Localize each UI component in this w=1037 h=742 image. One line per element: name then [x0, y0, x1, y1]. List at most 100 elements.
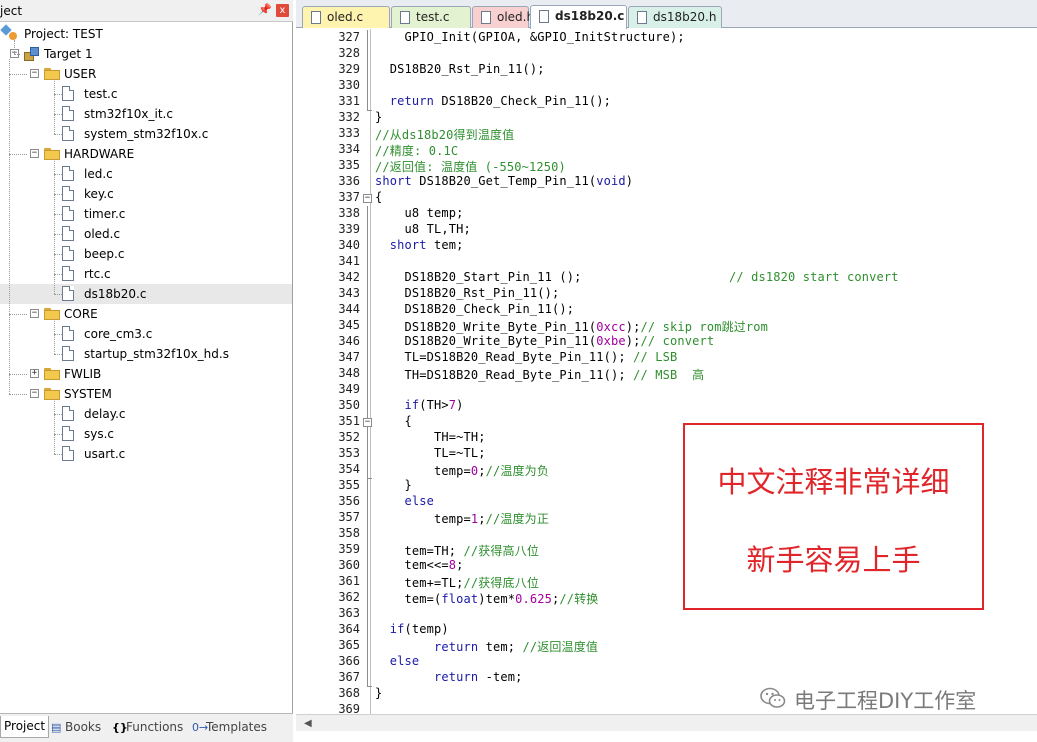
editor-tab-test-c[interactable]: test.c: [391, 6, 471, 28]
close-pane-button[interactable]: x: [276, 4, 289, 17]
file-icon: [62, 266, 74, 281]
editor-tab-oled-h[interactable]: oled.h: [472, 6, 534, 28]
file-icon: [62, 106, 74, 121]
fold-toggle-icon[interactable]: −: [363, 194, 372, 203]
collapse-icon[interactable]: −: [30, 309, 39, 318]
code-line[interactable]: DS18B20_Check_Pin_11();: [375, 302, 574, 316]
code-line[interactable]: //从ds18b20得到温度值: [375, 126, 514, 143]
tree-item-core-cm3-c[interactable]: core_cm3.c: [0, 324, 292, 344]
tree-item-system[interactable]: − SYSTEM: [0, 384, 292, 404]
tree-item-test-c[interactable]: test.c: [0, 84, 292, 104]
tree-item-hardware[interactable]: − HARDWARE: [0, 144, 292, 164]
fold-toggle-icon[interactable]: −: [363, 418, 372, 427]
tree-item-target-1[interactable]: − Target 1: [0, 44, 292, 64]
tree-guide-line: [54, 399, 55, 454]
editor-tab-ds18b20-c[interactable]: ds18b20.c: [530, 5, 627, 29]
code-line[interactable]: {: [375, 190, 382, 204]
code-line[interactable]: else: [375, 654, 419, 668]
tree-item-startup-stm32f10x-hd-s[interactable]: startup_stm32f10x_hd.s: [0, 344, 292, 364]
collapse-icon[interactable]: −: [30, 389, 39, 398]
editor-tab-ds18b20-h[interactable]: ds18b20.h: [628, 6, 722, 28]
tree-item-core[interactable]: − CORE: [0, 304, 292, 324]
code-line[interactable]: if(TH>7): [375, 398, 464, 412]
tree-item-delay-c[interactable]: delay.c: [0, 404, 292, 424]
file-icon: [400, 11, 410, 24]
editor: oled.c test.c oled.h ds18b20.c ds18b20.h 327…: [296, 0, 1037, 742]
horizontal-scrollbar[interactable]: ◀: [296, 714, 1037, 731]
editor-tab-oled-c[interactable]: oled.c: [302, 6, 390, 28]
books-icon: ▤: [51, 721, 62, 734]
tree-item-sys-c[interactable]: sys.c: [0, 424, 292, 444]
code-line[interactable]: return DS18B20_Check_Pin_11();: [375, 94, 611, 108]
line-number: 337: [338, 190, 360, 204]
collapse-icon[interactable]: −: [30, 69, 39, 78]
expand-icon[interactable]: +: [30, 369, 39, 378]
tree-guide-line: [54, 134, 62, 135]
code-line[interactable]: return tem; //返回温度值: [375, 638, 598, 655]
code-line[interactable]: tem=TH; //获得高八位: [375, 542, 539, 559]
code-line[interactable]: TL=~TL;: [375, 446, 486, 460]
code-line[interactable]: //返回值: 温度值 (-550~1250): [375, 158, 566, 175]
tree-item-led-c[interactable]: led.c: [0, 164, 292, 184]
tree-item-project-test[interactable]: Project: TEST: [0, 24, 292, 44]
collapse-icon[interactable]: −: [30, 149, 39, 158]
pane-tab-templates[interactable]: 0→Templates: [188, 716, 271, 738]
code-line[interactable]: u8 temp;: [375, 206, 464, 220]
editor-tab-strip: oled.c test.c oled.h ds18b20.c ds18b20.h: [296, 0, 1037, 29]
scroll-left-arrow-icon[interactable]: ◀: [304, 718, 312, 729]
file-icon: [62, 126, 74, 141]
functions-icon: {}: [112, 721, 128, 734]
pane-tab-books[interactable]: ▤ Books: [47, 716, 105, 738]
code-line[interactable]: DS18B20_Rst_Pin_11();: [375, 286, 559, 300]
code-area[interactable]: GPIO_Init(GPIOA, &GPIO_InitStructure); D…: [372, 29, 1037, 714]
code-line[interactable]: DS18B20_Write_Byte_Pin_11(0xcc);// skip …: [375, 318, 768, 335]
code-line[interactable]: }: [375, 478, 412, 492]
tree-item-label: key.c: [84, 187, 114, 201]
code-line[interactable]: tem=(float)tem*0.625;//转换: [375, 590, 598, 607]
code-line[interactable]: else: [375, 494, 434, 508]
code-line[interactable]: short tem;: [375, 238, 464, 252]
tree-item-fwlib[interactable]: + FWLIB: [0, 364, 292, 384]
tree-guide-line: [54, 234, 62, 235]
code-line[interactable]: return -tem;: [375, 670, 523, 684]
file-icon: [62, 246, 74, 261]
pane-tab-project[interactable]: Project: [0, 716, 50, 738]
tree-item-ds18b20-c[interactable]: ds18b20.c: [0, 284, 292, 304]
tree-item-beep-c[interactable]: beep.c: [0, 244, 292, 264]
code-line[interactable]: TH=~TH;: [375, 430, 486, 444]
tree-item-usart-c[interactable]: usart.c: [0, 444, 292, 464]
code-line[interactable]: tem+=TL;//获得底八位: [375, 574, 539, 591]
line-number: 357: [338, 510, 360, 524]
code-line[interactable]: TH=DS18B20_Read_Byte_Pin_11(); // MSB 高: [375, 366, 704, 383]
code-line[interactable]: tem<<=8;: [375, 558, 464, 572]
code-line[interactable]: {: [375, 414, 412, 428]
code-line[interactable]: DS18B20_Write_Byte_Pin_11(0xbe);// conve…: [375, 334, 714, 348]
code-line[interactable]: if(temp): [375, 622, 449, 636]
code-line[interactable]: //精度: 0.1C: [375, 142, 458, 159]
pane-tab-functions[interactable]: {}Functions: [108, 716, 187, 738]
pane-tab-bar: Project ▤ Books {}Functions 0→Templates: [0, 713, 293, 742]
code-line[interactable]: short DS18B20_Get_Temp_Pin_11(void): [375, 174, 633, 188]
line-number: 365: [338, 638, 360, 652]
code-line[interactable]: TL=DS18B20_Read_Byte_Pin_11(); // LSB: [375, 350, 677, 364]
tree-item-rtc-c[interactable]: rtc.c: [0, 264, 292, 284]
code-line[interactable]: DS18B20_Rst_Pin_11();: [375, 62, 545, 76]
tree-item-system-stm32f10x-c[interactable]: system_stm32f10x.c: [0, 124, 292, 144]
callout-line-1: 中文注释非常详细: [717, 465, 950, 499]
code-line[interactable]: temp=1;//温度为正: [375, 510, 549, 527]
tree-item-stm32f10x-it-c[interactable]: stm32f10x_it.c: [0, 104, 292, 124]
line-number: 360: [338, 558, 360, 572]
code-line[interactable]: }: [375, 110, 382, 124]
pin-icon[interactable]: 📌: [258, 4, 272, 16]
code-line[interactable]: GPIO_Init(GPIOA, &GPIO_InitStructure);: [375, 30, 685, 44]
code-line[interactable]: temp=0;//温度为负: [375, 462, 549, 479]
tree-item-key-c[interactable]: key.c: [0, 184, 292, 204]
file-icon: [62, 226, 74, 241]
code-line[interactable]: }: [375, 686, 382, 700]
tree-item-timer-c[interactable]: timer.c: [0, 204, 292, 224]
pane-tab-label: Books: [65, 720, 102, 734]
tree-item-user[interactable]: − USER: [0, 64, 292, 84]
code-line[interactable]: DS18B20_Start_Pin_11 (); // ds1820 start…: [375, 270, 899, 284]
tree-item-oled-c[interactable]: oled.c: [0, 224, 292, 244]
code-line[interactable]: u8 TL,TH;: [375, 222, 471, 236]
